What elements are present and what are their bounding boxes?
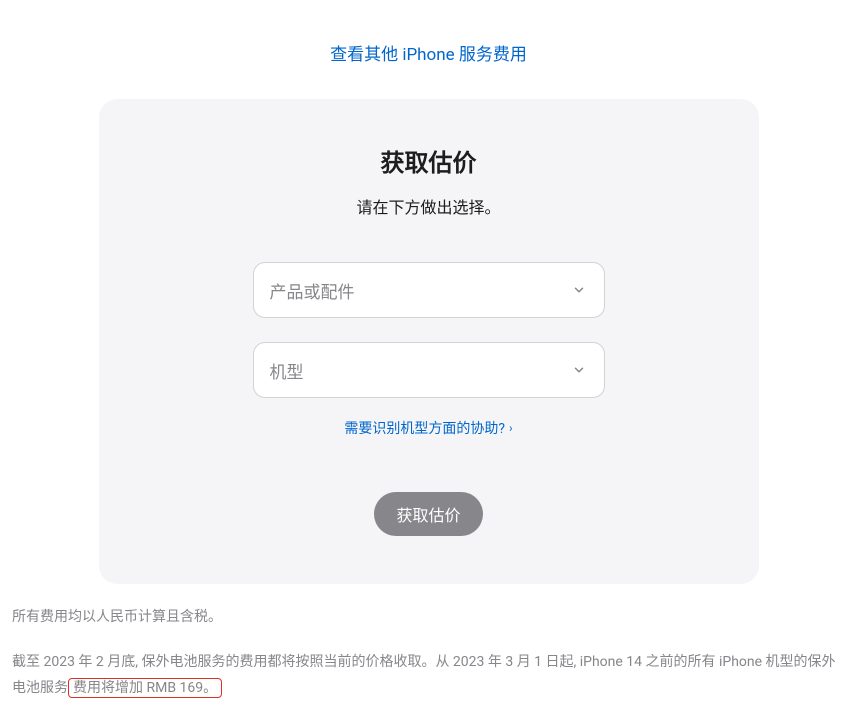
product-select-wrapper: 产品或配件 [253, 262, 605, 318]
product-select[interactable]: 产品或配件 [253, 262, 605, 318]
product-select-placeholder: 产品或配件 [270, 278, 355, 303]
footer-price-change-note: 截至 2023 年 2 月底, 保外电池服务的费用都将按照当前的价格收取。从 2… [12, 649, 845, 702]
chevron-down-icon [572, 362, 588, 378]
top-link-wrapper: 查看其他 iPhone 服务费用 [0, 40, 857, 65]
card-title: 获取估价 [139, 143, 719, 178]
estimate-card: 获取估价 请在下方做出选择。 产品或配件 机型 需要识别机型方面的协助? › [99, 99, 759, 584]
model-select[interactable]: 机型 [253, 342, 605, 398]
other-service-fees-link[interactable]: 查看其他 iPhone 服务费用 [330, 45, 527, 65]
identify-model-help-link[interactable]: 需要识别机型方面的协助? › [344, 418, 512, 438]
page-container: 查看其他 iPhone 服务费用 获取估价 请在下方做出选择。 产品或配件 机型 [0, 0, 857, 702]
model-select-placeholder: 机型 [270, 358, 304, 383]
help-link-text: 需要识别机型方面的协助? [344, 418, 505, 438]
price-increase-highlight: 费用将增加 RMB 169。 [68, 678, 222, 698]
help-link-wrapper: 需要识别机型方面的协助? › [139, 418, 719, 438]
model-select-wrapper: 机型 [253, 342, 605, 398]
footer-tax-note: 所有费用均以人民币计算且含税。 [12, 604, 845, 631]
get-estimate-button[interactable]: 获取估价 [374, 492, 482, 536]
card-subtitle: 请在下方做出选择。 [139, 194, 719, 218]
chevron-down-icon [572, 282, 588, 298]
footer-disclaimer: 所有费用均以人民币计算且含税。 截至 2023 年 2 月底, 保外电池服务的费… [0, 584, 857, 702]
chevron-right-icon: › [509, 421, 513, 435]
